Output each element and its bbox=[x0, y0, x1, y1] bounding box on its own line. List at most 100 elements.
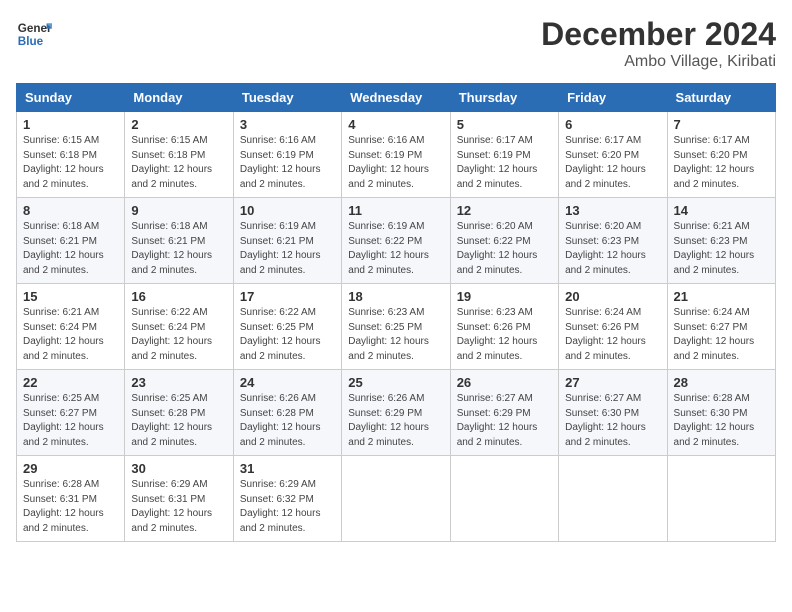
day-info: Sunrise: 6:18 AMSunset: 6:21 PMDaylight:… bbox=[131, 221, 212, 276]
day-number: 13 bbox=[565, 203, 660, 218]
week-row-2: 8 Sunrise: 6:18 AMSunset: 6:21 PMDayligh… bbox=[17, 198, 776, 284]
day-cell-23: 23 Sunrise: 6:25 AMSunset: 6:28 PMDaylig… bbox=[125, 370, 233, 456]
day-info: Sunrise: 6:24 AMSunset: 6:27 PMDaylight:… bbox=[674, 307, 755, 362]
day-number: 1 bbox=[23, 117, 118, 132]
day-cell-19: 19 Sunrise: 6:23 AMSunset: 6:26 PMDaylig… bbox=[450, 284, 558, 370]
day-info: Sunrise: 6:28 AMSunset: 6:30 PMDaylight:… bbox=[674, 393, 755, 448]
logo-icon: General Blue bbox=[16, 16, 52, 52]
day-cell-30: 30 Sunrise: 6:29 AMSunset: 6:31 PMDaylig… bbox=[125, 456, 233, 542]
day-number: 7 bbox=[674, 117, 769, 132]
day-info: Sunrise: 6:28 AMSunset: 6:31 PMDaylight:… bbox=[23, 479, 104, 534]
day-cell-28: 28 Sunrise: 6:28 AMSunset: 6:30 PMDaylig… bbox=[667, 370, 775, 456]
day-cell-10: 10 Sunrise: 6:19 AMSunset: 6:21 PMDaylig… bbox=[233, 198, 341, 284]
day-cell-2: 2 Sunrise: 6:15 AMSunset: 6:18 PMDayligh… bbox=[125, 112, 233, 198]
day-cell-29: 29 Sunrise: 6:28 AMSunset: 6:31 PMDaylig… bbox=[17, 456, 125, 542]
day-number: 6 bbox=[565, 117, 660, 132]
day-cell-6: 6 Sunrise: 6:17 AMSunset: 6:20 PMDayligh… bbox=[559, 112, 667, 198]
calendar-table: SundayMondayTuesdayWednesdayThursdayFrid… bbox=[16, 83, 776, 542]
day-info: Sunrise: 6:23 AMSunset: 6:25 PMDaylight:… bbox=[348, 307, 429, 362]
day-info: Sunrise: 6:29 AMSunset: 6:31 PMDaylight:… bbox=[131, 479, 212, 534]
day-cell-25: 25 Sunrise: 6:26 AMSunset: 6:29 PMDaylig… bbox=[342, 370, 450, 456]
day-cell-21: 21 Sunrise: 6:24 AMSunset: 6:27 PMDaylig… bbox=[667, 284, 775, 370]
svg-text:Blue: Blue bbox=[18, 35, 44, 48]
day-info: Sunrise: 6:17 AMSunset: 6:19 PMDaylight:… bbox=[457, 135, 538, 190]
day-number: 25 bbox=[348, 375, 443, 390]
day-number: 31 bbox=[240, 461, 335, 476]
day-number: 21 bbox=[674, 289, 769, 304]
day-cell-15: 15 Sunrise: 6:21 AMSunset: 6:24 PMDaylig… bbox=[17, 284, 125, 370]
day-info: Sunrise: 6:22 AMSunset: 6:25 PMDaylight:… bbox=[240, 307, 321, 362]
day-cell-26: 26 Sunrise: 6:27 AMSunset: 6:29 PMDaylig… bbox=[450, 370, 558, 456]
day-number: 17 bbox=[240, 289, 335, 304]
day-number: 29 bbox=[23, 461, 118, 476]
month-title: December 2024 bbox=[541, 16, 776, 53]
day-number: 23 bbox=[131, 375, 226, 390]
day-info: Sunrise: 6:16 AMSunset: 6:19 PMDaylight:… bbox=[348, 135, 429, 190]
day-cell-4: 4 Sunrise: 6:16 AMSunset: 6:19 PMDayligh… bbox=[342, 112, 450, 198]
day-cell-14: 14 Sunrise: 6:21 AMSunset: 6:23 PMDaylig… bbox=[667, 198, 775, 284]
day-number: 5 bbox=[457, 117, 552, 132]
day-number: 30 bbox=[131, 461, 226, 476]
day-number: 16 bbox=[131, 289, 226, 304]
day-cell-22: 22 Sunrise: 6:25 AMSunset: 6:27 PMDaylig… bbox=[17, 370, 125, 456]
header-friday: Friday bbox=[559, 84, 667, 112]
day-info: Sunrise: 6:15 AMSunset: 6:18 PMDaylight:… bbox=[23, 135, 104, 190]
page-header: General Blue December 2024 Ambo Village,… bbox=[16, 16, 776, 71]
day-info: Sunrise: 6:24 AMSunset: 6:26 PMDaylight:… bbox=[565, 307, 646, 362]
day-number: 28 bbox=[674, 375, 769, 390]
day-cell-27: 27 Sunrise: 6:27 AMSunset: 6:30 PMDaylig… bbox=[559, 370, 667, 456]
day-number: 27 bbox=[565, 375, 660, 390]
week-row-5: 29 Sunrise: 6:28 AMSunset: 6:31 PMDaylig… bbox=[17, 456, 776, 542]
day-number: 8 bbox=[23, 203, 118, 218]
day-cell-12: 12 Sunrise: 6:20 AMSunset: 6:22 PMDaylig… bbox=[450, 198, 558, 284]
empty-cell bbox=[342, 456, 450, 542]
day-info: Sunrise: 6:19 AMSunset: 6:21 PMDaylight:… bbox=[240, 221, 321, 276]
day-cell-5: 5 Sunrise: 6:17 AMSunset: 6:19 PMDayligh… bbox=[450, 112, 558, 198]
day-info: Sunrise: 6:16 AMSunset: 6:19 PMDaylight:… bbox=[240, 135, 321, 190]
day-cell-20: 20 Sunrise: 6:24 AMSunset: 6:26 PMDaylig… bbox=[559, 284, 667, 370]
day-info: Sunrise: 6:26 AMSunset: 6:29 PMDaylight:… bbox=[348, 393, 429, 448]
day-number: 26 bbox=[457, 375, 552, 390]
empty-cell bbox=[559, 456, 667, 542]
day-info: Sunrise: 6:27 AMSunset: 6:30 PMDaylight:… bbox=[565, 393, 646, 448]
week-row-1: 1 Sunrise: 6:15 AMSunset: 6:18 PMDayligh… bbox=[17, 112, 776, 198]
calendar-header-row: SundayMondayTuesdayWednesdayThursdayFrid… bbox=[17, 84, 776, 112]
day-number: 22 bbox=[23, 375, 118, 390]
location-title: Ambo Village, Kiribati bbox=[541, 53, 776, 71]
day-info: Sunrise: 6:17 AMSunset: 6:20 PMDaylight:… bbox=[565, 135, 646, 190]
header-thursday: Thursday bbox=[450, 84, 558, 112]
day-cell-13: 13 Sunrise: 6:20 AMSunset: 6:23 PMDaylig… bbox=[559, 198, 667, 284]
day-info: Sunrise: 6:27 AMSunset: 6:29 PMDaylight:… bbox=[457, 393, 538, 448]
empty-cell bbox=[667, 456, 775, 542]
day-number: 12 bbox=[457, 203, 552, 218]
day-cell-9: 9 Sunrise: 6:18 AMSunset: 6:21 PMDayligh… bbox=[125, 198, 233, 284]
empty-cell bbox=[450, 456, 558, 542]
day-cell-18: 18 Sunrise: 6:23 AMSunset: 6:25 PMDaylig… bbox=[342, 284, 450, 370]
day-info: Sunrise: 6:18 AMSunset: 6:21 PMDaylight:… bbox=[23, 221, 104, 276]
day-info: Sunrise: 6:20 AMSunset: 6:23 PMDaylight:… bbox=[565, 221, 646, 276]
day-number: 14 bbox=[674, 203, 769, 218]
day-number: 11 bbox=[348, 203, 443, 218]
day-number: 10 bbox=[240, 203, 335, 218]
day-info: Sunrise: 6:26 AMSunset: 6:28 PMDaylight:… bbox=[240, 393, 321, 448]
day-info: Sunrise: 6:15 AMSunset: 6:18 PMDaylight:… bbox=[131, 135, 212, 190]
day-info: Sunrise: 6:22 AMSunset: 6:24 PMDaylight:… bbox=[131, 307, 212, 362]
day-number: 19 bbox=[457, 289, 552, 304]
day-cell-17: 17 Sunrise: 6:22 AMSunset: 6:25 PMDaylig… bbox=[233, 284, 341, 370]
day-cell-24: 24 Sunrise: 6:26 AMSunset: 6:28 PMDaylig… bbox=[233, 370, 341, 456]
day-info: Sunrise: 6:25 AMSunset: 6:27 PMDaylight:… bbox=[23, 393, 104, 448]
day-info: Sunrise: 6:17 AMSunset: 6:20 PMDaylight:… bbox=[674, 135, 755, 190]
day-number: 20 bbox=[565, 289, 660, 304]
day-cell-7: 7 Sunrise: 6:17 AMSunset: 6:20 PMDayligh… bbox=[667, 112, 775, 198]
header-monday: Monday bbox=[125, 84, 233, 112]
day-number: 9 bbox=[131, 203, 226, 218]
week-row-4: 22 Sunrise: 6:25 AMSunset: 6:27 PMDaylig… bbox=[17, 370, 776, 456]
day-number: 24 bbox=[240, 375, 335, 390]
day-number: 15 bbox=[23, 289, 118, 304]
week-row-3: 15 Sunrise: 6:21 AMSunset: 6:24 PMDaylig… bbox=[17, 284, 776, 370]
day-info: Sunrise: 6:21 AMSunset: 6:24 PMDaylight:… bbox=[23, 307, 104, 362]
day-number: 2 bbox=[131, 117, 226, 132]
header-sunday: Sunday bbox=[17, 84, 125, 112]
day-cell-31: 31 Sunrise: 6:29 AMSunset: 6:32 PMDaylig… bbox=[233, 456, 341, 542]
day-info: Sunrise: 6:20 AMSunset: 6:22 PMDaylight:… bbox=[457, 221, 538, 276]
